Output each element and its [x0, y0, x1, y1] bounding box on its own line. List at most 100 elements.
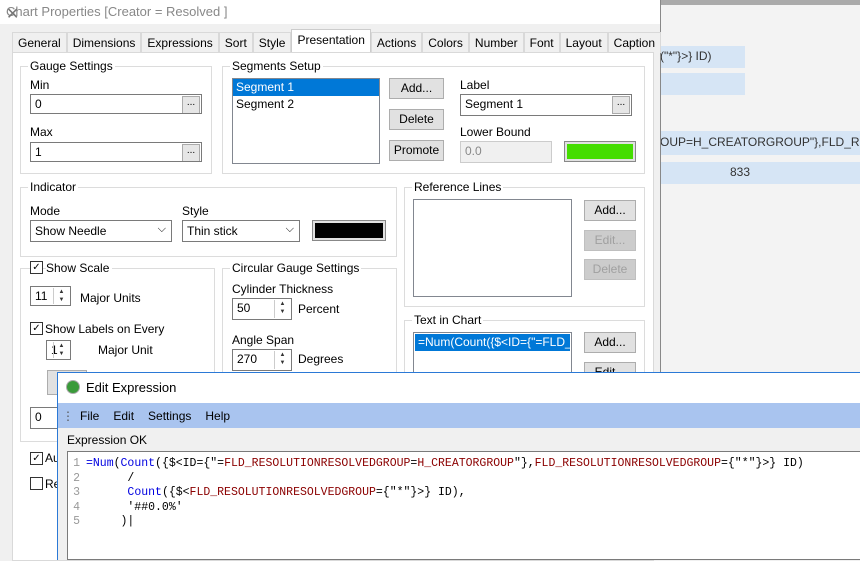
code-token: Num — [92, 457, 114, 470]
code-token: "}, — [513, 457, 535, 470]
segment-label-input[interactable]: Segment 1... — [460, 94, 632, 116]
tab-number[interactable]: Number — [468, 32, 524, 53]
list-item[interactable]: =Num(Count({$<ID={"=FLD_RESOLUTIONRESOLV… — [415, 334, 570, 351]
chevron-down-icon: ⌵ — [157, 223, 166, 235]
code-token: ( — [113, 457, 121, 470]
thickness-label: Cylinder Thickness — [232, 282, 334, 296]
code-token: ({$<ID={"= — [155, 457, 225, 470]
show-scale-label: Show Scale — [46, 261, 113, 275]
expression-status: Expression OK — [67, 433, 148, 447]
add-reference-line-button[interactable]: Add... — [584, 200, 636, 221]
edit-expression-titlebar[interactable]: Edit Expression — [58, 373, 860, 403]
edit-expression-window: Edit Expression ⋮ File Edit Settings Hel… — [57, 372, 860, 560]
spinner-arrows-icon[interactable]: ▲ ▼ — [53, 342, 69, 358]
tab-caption[interactable]: Caption — [607, 32, 662, 53]
tab-general[interactable]: General — [12, 32, 67, 53]
edit-reference-line-button[interactable]: Edit... — [584, 230, 636, 251]
tab-font[interactable]: Font — [523, 32, 560, 53]
background-row: 833 — [660, 162, 860, 184]
menu-file[interactable]: File — [80, 409, 99, 423]
tab-layout[interactable]: Layout — [559, 32, 608, 53]
tab-expressions[interactable]: Expressions — [141, 32, 219, 53]
color-swatch — [567, 144, 633, 159]
line-number: 4 — [73, 500, 80, 514]
show-scale-checkbox[interactable]: ✓ — [30, 261, 43, 274]
chevron-down-icon: ⌵ — [285, 223, 294, 235]
re-checkbox[interactable] — [30, 477, 43, 490]
lower-bound-label: Lower Bound — [460, 125, 531, 139]
code-token: Count — [127, 486, 162, 499]
code-token: FLD_RESOLUTIONRESOLVEDGROUP — [534, 457, 721, 470]
line-number: 3 — [73, 486, 80, 499]
menu-bar: ⋮ File Edit Settings Help — [58, 403, 860, 428]
max-value: 1 — [35, 145, 42, 159]
min-input[interactable]: 0... — [30, 94, 202, 114]
reference-lines-list[interactable] — [413, 199, 572, 297]
degrees-label: Degrees — [298, 352, 344, 366]
list-item[interactable]: Segment 1 — [233, 79, 379, 96]
spinner-arrows-icon[interactable]: ▲ ▼ — [274, 351, 290, 369]
angle-span-spinner[interactable]: 270 ▲ ▼ — [232, 349, 292, 371]
code-line: =Num(Count({$<ID={"=FLD_RESOLUTIONRESOLV… — [86, 457, 804, 470]
promote-segment-button[interactable]: Promote — [389, 140, 444, 161]
browse-button[interactable]: ... — [182, 96, 200, 113]
dialog-titlebar[interactable]: Chart Properties [Creator = Resolved ] ✕ — [0, 0, 660, 24]
major-units-spinner[interactable]: 11 ▲ ▼ — [30, 286, 71, 306]
tab-sort[interactable]: Sort — [218, 32, 253, 53]
list-item[interactable]: Segment 2 — [233, 96, 379, 113]
browse-button[interactable]: ... — [182, 144, 200, 161]
mode-label: Mode — [30, 204, 61, 218]
major-unit-label: Major Unit — [98, 343, 153, 357]
delete-reference-line-button[interactable]: Delete — [584, 259, 636, 280]
show-labels-label: Show Labels on Every — [45, 322, 165, 336]
tab-actions[interactable]: Actions — [370, 32, 423, 53]
group-title: Gauge Settings — [28, 59, 115, 73]
delete-segment-button[interactable]: Delete — [389, 109, 444, 130]
tab-dimensions[interactable]: Dimensions — [66, 32, 142, 53]
tab-presentation[interactable]: Presentation — [291, 29, 371, 53]
style-label: Style — [182, 204, 209, 218]
menu-edit[interactable]: Edit — [113, 409, 134, 423]
lower-bound-input[interactable]: 0.0 — [460, 141, 552, 163]
spinner-arrows-icon[interactable]: ▲ ▼ — [274, 300, 290, 318]
max-label: Max — [30, 125, 53, 139]
label-every-spinner[interactable]: 1 ▲ ▼ — [46, 340, 71, 360]
max-input[interactable]: 1... — [30, 142, 202, 162]
indicator-color-button[interactable] — [312, 220, 386, 241]
code-token: '##0.0%' — [86, 500, 183, 514]
tab-colors[interactable]: Colors — [422, 32, 469, 53]
group-title: Segments Setup — [230, 59, 323, 73]
code-token: = — [86, 457, 93, 470]
percent-label: Percent — [298, 302, 340, 316]
segments-list[interactable]: Segment 1 Segment 2 — [232, 78, 380, 164]
segment-color-button[interactable] — [564, 141, 636, 162]
style-select[interactable]: Thin stick ⌵ — [182, 220, 300, 242]
spinner-arrows-icon[interactable]: ▲ ▼ — [53, 288, 69, 304]
thickness-spinner[interactable]: 50 ▲ ▼ — [232, 298, 292, 320]
code-line: / — [86, 472, 134, 485]
expression-editor[interactable]: 1 =Num(Count({$<ID={"=FLD_RESOLUTIONRESOL… — [67, 451, 860, 560]
background-row — [660, 73, 745, 95]
mode-select[interactable]: Show Needle ⌵ — [30, 220, 172, 242]
browse-button[interactable]: ... — [612, 96, 630, 114]
menu-settings[interactable]: Settings — [148, 409, 191, 423]
close-icon[interactable]: ✕ — [6, 4, 646, 24]
add-segment-button[interactable]: Add... — [389, 78, 444, 99]
segment-label-value: Segment 1 — [465, 97, 524, 111]
code-token: ={"*"}>} ID) — [721, 457, 804, 470]
group-title: Text in Chart — [412, 313, 484, 327]
code-token: H_CREATORGROUP — [417, 457, 514, 470]
qlikview-icon — [66, 380, 80, 394]
mode-value: Show Needle — [35, 224, 107, 238]
line-number: 2 — [73, 471, 80, 485]
show-labels-checkbox[interactable]: ✓ — [30, 322, 43, 335]
add-text-button[interactable]: Add... — [584, 332, 636, 353]
menu-help[interactable]: Help — [205, 409, 230, 423]
tab-style[interactable]: Style — [252, 32, 292, 53]
angle-span-label: Angle Span — [232, 333, 295, 347]
code-token: FLD_RESOLUTIONRESOLVEDGROUP — [189, 486, 376, 499]
auto-checkbox[interactable]: ✓ — [30, 452, 43, 465]
code-token: / — [86, 471, 135, 485]
code-line: Count({$<FLD_RESOLUTIONRESOLVEDGROUP={"*… — [86, 486, 465, 499]
